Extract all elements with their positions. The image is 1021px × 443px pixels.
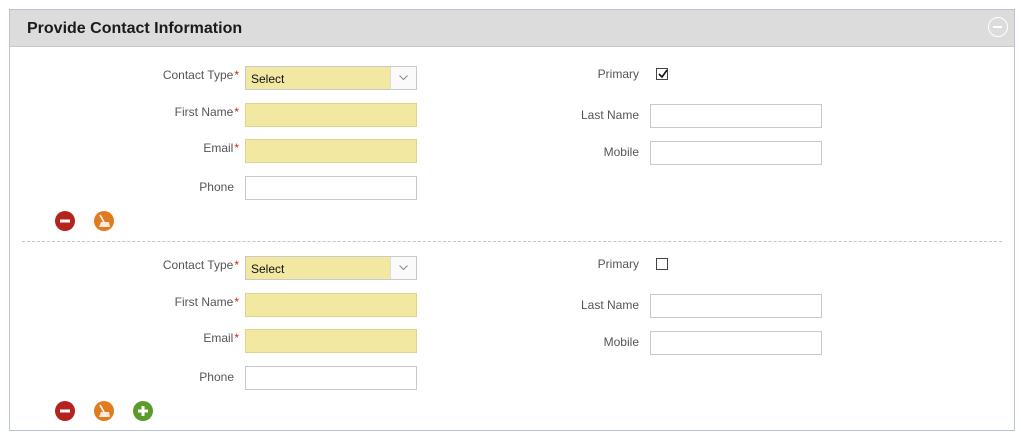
contact-type-value: Select <box>251 72 285 86</box>
panel-title: Provide Contact Information <box>27 20 243 37</box>
phone-label: Phone <box>199 180 234 194</box>
last-name-input[interactable] <box>650 294 822 318</box>
email-input[interactable] <box>245 329 417 353</box>
contact-type-select[interactable]: Select <box>245 256 417 280</box>
remove-contact-button[interactable] <box>55 401 75 421</box>
contact-divider <box>22 241 1002 242</box>
chevron-down-icon[interactable] <box>390 257 416 279</box>
first-name-label: First Name* <box>174 105 239 119</box>
plus-icon <box>138 406 148 416</box>
first-name-input[interactable] <box>245 293 417 317</box>
mobile-label: Mobile <box>603 335 639 349</box>
phone-input[interactable] <box>245 176 417 200</box>
contact-type-label: Contact Type* <box>162 68 239 82</box>
chevron-down-icon[interactable] <box>390 67 416 89</box>
contact-type-label: Contact Type* <box>162 258 239 272</box>
email-label: Email* <box>203 331 239 345</box>
contact-block-2: Contact Type* Select First Name* Email* … <box>10 253 1014 443</box>
contact-block-1: Contact Type* Select First Name* Email* … <box>10 63 1014 253</box>
contact-info-panel: Provide Contact Information Contact Type… <box>9 9 1015 431</box>
primary-label: Primary <box>597 257 639 271</box>
remove-contact-button[interactable] <box>55 211 75 231</box>
phone-label: Phone <box>199 370 234 384</box>
last-name-label: Last Name <box>580 108 639 122</box>
first-name-label: First Name* <box>174 295 239 309</box>
contact-type-select[interactable]: Select <box>245 66 417 90</box>
mobile-label: Mobile <box>603 145 639 159</box>
email-label: Email* <box>203 141 239 155</box>
broom-icon <box>99 214 110 227</box>
add-contact-button[interactable] <box>133 401 153 421</box>
email-input[interactable] <box>245 139 417 163</box>
last-name-input[interactable] <box>650 104 822 128</box>
broom-icon <box>99 404 110 417</box>
primary-checkbox[interactable] <box>656 258 668 270</box>
contact-type-value: Select <box>251 262 285 276</box>
panel-header: Provide Contact Information <box>10 10 1014 47</box>
mobile-input[interactable] <box>650 331 822 355</box>
first-name-input[interactable] <box>245 103 417 127</box>
phone-input[interactable] <box>245 366 417 390</box>
mobile-input[interactable] <box>650 141 822 165</box>
primary-label: Primary <box>597 67 639 81</box>
remove-icon <box>60 219 70 223</box>
remove-icon <box>60 409 70 413</box>
last-name-label: Last Name <box>580 298 639 312</box>
primary-checkbox[interactable] <box>656 68 668 80</box>
clear-contact-button[interactable] <box>94 211 114 231</box>
clear-contact-button[interactable] <box>94 401 114 421</box>
collapse-icon[interactable] <box>988 17 1008 37</box>
